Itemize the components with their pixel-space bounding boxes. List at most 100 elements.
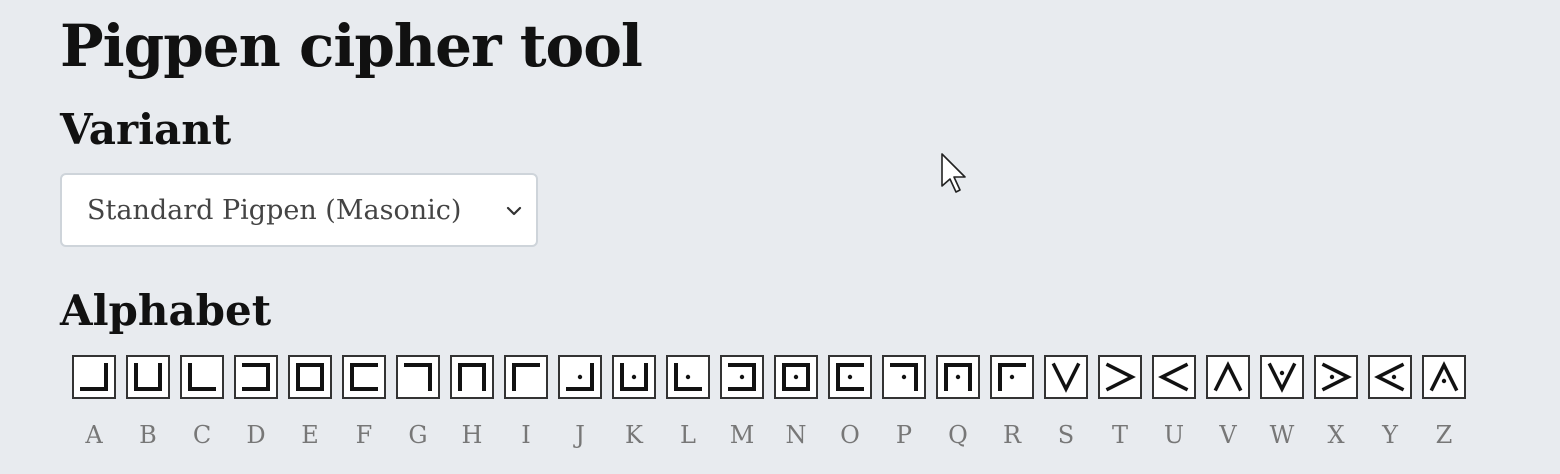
- alphabet-letter-label: Q: [948, 421, 968, 449]
- pigpen-glyph-l[interactable]: [666, 355, 710, 399]
- grid-corner-top-left-icon: [80, 363, 108, 391]
- pigpen-glyph-o[interactable]: [828, 355, 872, 399]
- pigpen-glyph-p[interactable]: [882, 355, 926, 399]
- alphabet-letter-label: X: [1327, 421, 1345, 449]
- alphabet-letter-label: W: [1269, 421, 1295, 449]
- grid-corner-top-right-icon: [188, 363, 216, 391]
- alphabet-cell: V: [1201, 355, 1255, 449]
- glyph-dot: [1279, 370, 1285, 376]
- alphabet-letter-label: G: [408, 421, 428, 449]
- pigpen-glyph-r[interactable]: [990, 355, 1034, 399]
- pigpen-glyph-f[interactable]: [342, 355, 386, 399]
- pigpen-glyph-i[interactable]: [504, 355, 548, 399]
- alphabet-cell: G: [391, 355, 445, 449]
- alphabet-cell: F: [337, 355, 391, 449]
- alphabet-cell: A: [67, 355, 121, 449]
- glyph-dot: [955, 374, 961, 380]
- grid-corner-bottom-right-icon: [512, 363, 540, 391]
- alphabet-letter-label: V: [1219, 421, 1237, 449]
- pigpen-glyph-q[interactable]: [936, 355, 980, 399]
- dotted-x-top-icon: [1267, 362, 1297, 393]
- alphabet-letter-label: T: [1111, 421, 1128, 449]
- pigpen-glyph-t[interactable]: [1098, 355, 1142, 399]
- grid-middle-left-icon: [242, 363, 270, 391]
- grid-corner-bottom-left-icon: [404, 363, 432, 391]
- alphabet-cell: Q: [931, 355, 985, 449]
- page-title: Pigpen cipher tool: [60, 12, 643, 80]
- grid-center-icon: [296, 363, 324, 391]
- dotted-x-bottom-icon: [1429, 361, 1459, 392]
- pigpen-glyph-u[interactable]: [1152, 355, 1196, 399]
- alphabet-cell: L: [661, 355, 715, 449]
- pigpen-glyph-n[interactable]: [774, 355, 818, 399]
- alphabet-letter-label: B: [139, 421, 157, 449]
- alphabet-letter-label: F: [355, 421, 373, 449]
- variant-select-value: Standard Pigpen (Masonic): [87, 194, 462, 226]
- alphabet-cell: D: [229, 355, 283, 449]
- pigpen-glyph-z[interactable]: [1422, 355, 1466, 399]
- dotted-x-left-icon: [1321, 362, 1352, 392]
- pigpen-glyph-g[interactable]: [396, 355, 440, 399]
- pigpen-glyph-s[interactable]: [1044, 355, 1088, 399]
- alphabet-letter-label: O: [840, 421, 860, 449]
- dotted-grid-middle-left-icon: [728, 363, 756, 391]
- alphabet-cell: O: [823, 355, 877, 449]
- alphabet-letter-label: L: [680, 421, 696, 449]
- pigpen-glyph-e[interactable]: [288, 355, 332, 399]
- pigpen-glyph-j[interactable]: [558, 355, 602, 399]
- alphabet-cell: I: [499, 355, 553, 449]
- dotted-grid-corner-bottom-left-icon: [890, 363, 918, 391]
- pigpen-glyph-d[interactable]: [234, 355, 278, 399]
- grid-bottom-middle-icon: [458, 363, 486, 391]
- alphabet-cell: H: [445, 355, 499, 449]
- pigpen-glyph-y[interactable]: [1368, 355, 1412, 399]
- alphabet-heading: Alphabet: [60, 286, 272, 335]
- variant-select[interactable]: Standard Pigpen (Masonic): [60, 173, 538, 247]
- alphabet-letter-label: P: [895, 421, 913, 449]
- glyph-dot: [577, 374, 583, 380]
- alphabet-letter-label: I: [521, 421, 531, 449]
- pigpen-glyph-k[interactable]: [612, 355, 656, 399]
- dotted-grid-top-middle-icon: [620, 363, 648, 391]
- grid-middle-right-icon: [350, 363, 378, 391]
- alphabet-letter-label: M: [729, 421, 755, 449]
- alphabet-cell: X: [1309, 355, 1363, 449]
- dotted-grid-middle-right-icon: [836, 363, 864, 391]
- glyph-dot: [793, 374, 799, 380]
- alphabet-letter-label: R: [1002, 421, 1022, 449]
- alphabet-cell: U: [1147, 355, 1201, 449]
- pigpen-glyph-w[interactable]: [1260, 355, 1304, 399]
- glyph-dot: [901, 374, 907, 380]
- pigpen-glyph-v[interactable]: [1206, 355, 1250, 399]
- variant-heading: Variant: [60, 105, 232, 154]
- grid-top-middle-icon: [134, 363, 162, 391]
- alphabet-cell: P: [877, 355, 931, 449]
- chevron-down-icon: [506, 206, 522, 216]
- pigpen-glyph-b[interactable]: [126, 355, 170, 399]
- alphabet-cell: B: [121, 355, 175, 449]
- pigpen-glyph-m[interactable]: [720, 355, 764, 399]
- pigpen-glyph-a[interactable]: [72, 355, 116, 399]
- alphabet-letter-label: D: [246, 421, 266, 449]
- glyph-dot: [1009, 374, 1015, 380]
- alphabet-letter-label: Z: [1435, 421, 1453, 449]
- alphabet-cell: J: [553, 355, 607, 449]
- pigpen-glyph-x[interactable]: [1314, 355, 1358, 399]
- glyph-dot: [739, 374, 745, 380]
- alphabet-cell: S: [1039, 355, 1093, 449]
- alphabet-letter-label: A: [85, 421, 103, 449]
- alphabet-letter-label: C: [192, 421, 212, 449]
- dotted-grid-corner-top-right-icon: [674, 363, 702, 391]
- alphabet-cell: Y: [1363, 355, 1417, 449]
- alphabet-cell: M: [715, 355, 769, 449]
- pigpen-glyph-h[interactable]: [450, 355, 494, 399]
- glyph-dot: [631, 374, 637, 380]
- alphabet-letter-label: Y: [1382, 421, 1398, 449]
- dotted-grid-corner-bottom-right-icon: [998, 363, 1026, 391]
- x-right-icon: [1158, 362, 1189, 392]
- glyph-dot: [1391, 374, 1397, 380]
- glyph-dot: [1329, 374, 1335, 380]
- pigpen-glyph-c[interactable]: [180, 355, 224, 399]
- alphabet-letter-label: N: [785, 421, 807, 449]
- x-left-icon: [1105, 362, 1136, 392]
